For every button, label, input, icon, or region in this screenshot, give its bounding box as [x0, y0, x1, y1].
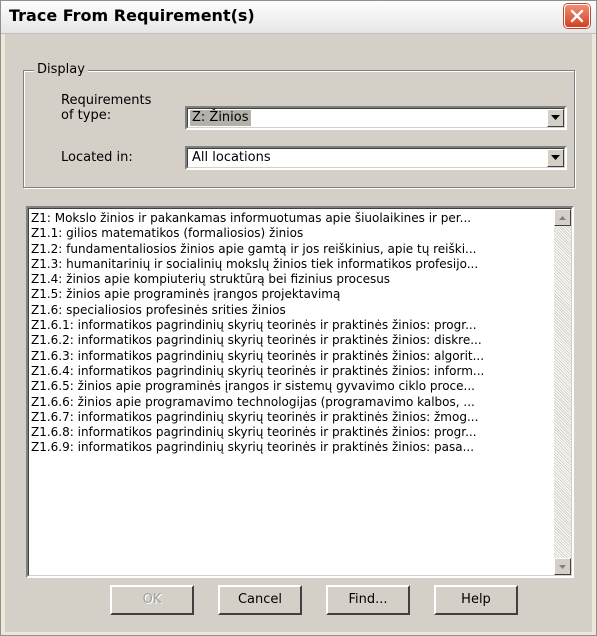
list-item[interactable]: Z1.6.7: informatikos pagrindinių skyrių …: [31, 410, 552, 425]
title-bar[interactable]: Trace From Requirement(s): [1, 1, 596, 34]
requirements-list-items: Z1: Mokslo žinios ir pakankamas informuo…: [31, 211, 552, 456]
list-item[interactable]: Z1.5: žinios apie programinės įrangos pr…: [31, 287, 552, 302]
chevron-down-icon: [551, 155, 560, 160]
find-button[interactable]: Find...: [326, 585, 410, 615]
list-item[interactable]: Z1: Mokslo žinios ir pakankamas informuo…: [31, 211, 552, 226]
list-item[interactable]: Z1.6: specialiosios profesinės srities ž…: [31, 303, 552, 318]
arrow-down-icon: [559, 564, 566, 569]
help-button[interactable]: Help: [434, 585, 518, 615]
list-item[interactable]: Z1.3: humanitarinių ir socialinių mokslų…: [31, 257, 552, 272]
location-label: Located in:: [61, 150, 133, 165]
location-dropdown-button[interactable]: [547, 149, 564, 167]
display-group-legend: Display: [34, 62, 88, 77]
list-item[interactable]: Z1.6.9: informatikos pagrindinių skyrių …: [31, 440, 552, 455]
display-group: Display Requirements of type: Z: Žinios …: [23, 62, 575, 188]
close-icon: [570, 9, 584, 23]
list-item[interactable]: Z1.6.4: informatikos pagrindinių skyrių …: [31, 364, 552, 379]
list-item[interactable]: Z1.6.2: informatikos pagrindinių skyrių …: [31, 333, 552, 348]
requirement-type-value: Z: Žinios: [190, 110, 251, 126]
requirement-type-dropdown-button[interactable]: [547, 109, 564, 127]
location-select[interactable]: All locations: [185, 146, 567, 170]
ok-button[interactable]: OK: [110, 585, 194, 615]
trace-from-requirements-dialog: Trace From Requirement(s) Display Requir…: [0, 0, 597, 636]
list-item[interactable]: Z1.6.6: žinios apie programavimo technol…: [31, 395, 552, 410]
location-value: All locations: [192, 150, 271, 165]
vertical-scrollbar[interactable]: [554, 209, 571, 575]
list-item[interactable]: Z1.6.1: informatikos pagrindinių skyrių …: [31, 318, 552, 333]
chevron-down-icon: [551, 115, 560, 120]
list-item[interactable]: Z1.6.5: žinios apie programinės įrangos …: [31, 379, 552, 394]
list-item[interactable]: Z1.2: fundamentaliosios žinios apie gamt…: [31, 242, 552, 257]
requirements-type-label: Requirements of type:: [61, 93, 152, 123]
list-item[interactable]: Z1.6.8: informatikos pagrindinių skyrių …: [31, 425, 552, 440]
list-item[interactable]: Z1.4: žinios apie kompiuterių struktūrą …: [31, 272, 552, 287]
list-item[interactable]: Z1.1: gilios matematikos (formaliosios) …: [31, 226, 552, 241]
cancel-button[interactable]: Cancel: [218, 585, 302, 615]
scroll-down-button[interactable]: [554, 558, 571, 575]
dialog-title: Trace From Requirement(s): [9, 6, 255, 25]
requirement-type-select[interactable]: Z: Žinios: [185, 106, 567, 130]
list-item[interactable]: Z1.6.3: informatikos pagrindinių skyrių …: [31, 349, 552, 364]
arrow-up-icon: [559, 215, 566, 220]
close-button[interactable]: [564, 4, 590, 28]
requirements-list[interactable]: Z1: Mokslo žinios ir pakankamas informuo…: [26, 206, 574, 578]
scroll-up-button[interactable]: [554, 209, 571, 226]
